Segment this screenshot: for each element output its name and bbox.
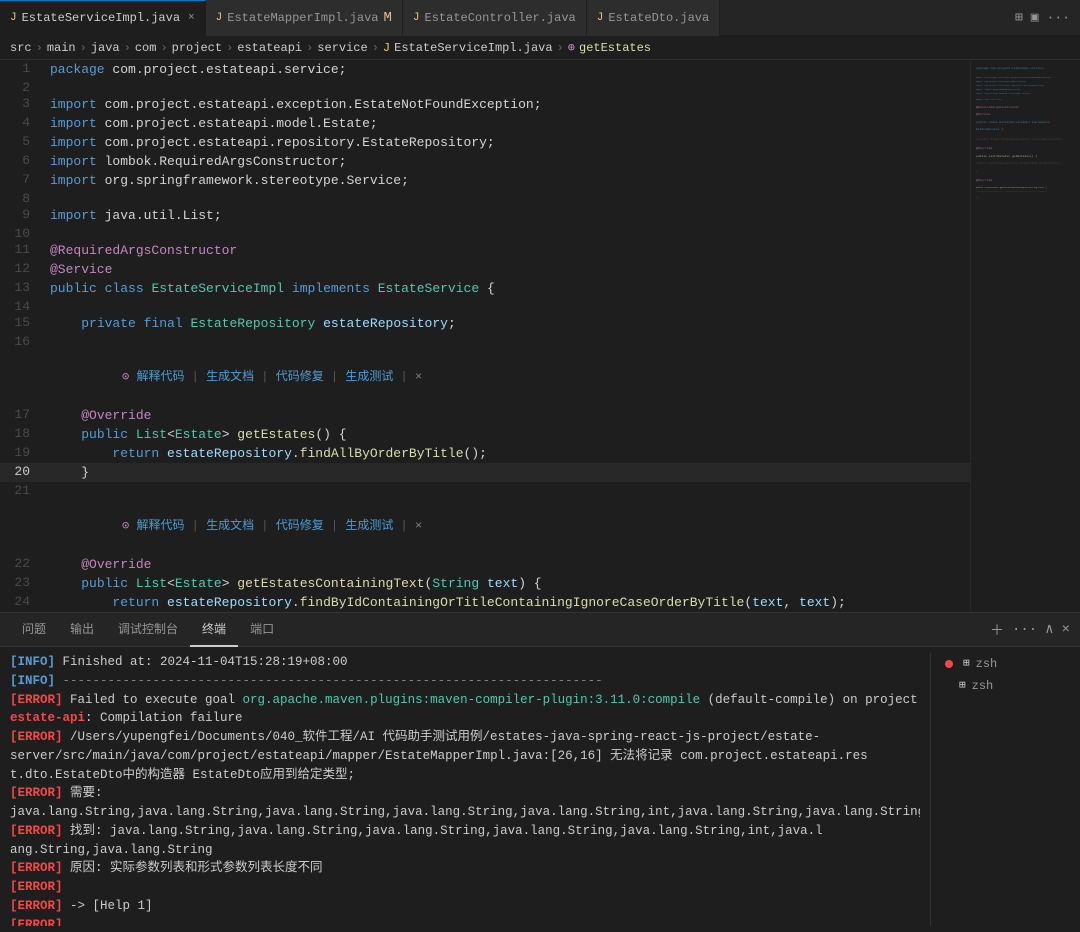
- terminal-line: [ERROR]: [10, 878, 920, 897]
- terminal-line: [ERROR] 找到: java.lang.String,java.lang.S…: [10, 822, 920, 860]
- breadcrumb-project[interactable]: project: [172, 41, 222, 55]
- layout-icon[interactable]: ▣: [1031, 10, 1039, 25]
- terminal-shell-zsh-1[interactable]: ⊞ zsh: [941, 653, 1070, 675]
- terminal-line: [ERROR] 需要: java.lang.String,java.lang.S…: [10, 784, 920, 822]
- breadcrumb-com[interactable]: com: [135, 41, 157, 55]
- breadcrumb-service[interactable]: service: [317, 41, 367, 55]
- terminal-line: [ERROR] -> [Help 1]: [10, 897, 920, 916]
- terminal-line: [ERROR] 原因: 实际参数列表和形式参数列表长度不同: [10, 859, 920, 878]
- panel-actions: ＋ ··· ∧ ×: [990, 620, 1070, 640]
- terminal-close-icon[interactable]: ×: [1062, 622, 1070, 638]
- code-line-active: 20 }: [0, 463, 970, 482]
- terminal-more-icon[interactable]: ···: [1012, 622, 1037, 638]
- code-line: 11 @RequiredArgsConstructor: [0, 241, 970, 260]
- terminal-line: [INFO] ---------------------------------…: [10, 672, 920, 691]
- new-terminal-icon[interactable]: ＋: [990, 620, 1004, 640]
- terminal-sidebar: ⊞ zsh ⊞ zsh: [930, 653, 1070, 926]
- breadcrumb-file-icon: J: [383, 41, 390, 55]
- terminal-collapse-icon[interactable]: ∧: [1045, 621, 1053, 638]
- java-file-icon: J: [216, 12, 223, 24]
- breadcrumb-estateapi[interactable]: estateapi: [237, 41, 302, 55]
- code-line: 3 import com.project.estateapi.exception…: [0, 95, 970, 114]
- terminal-error-indicator: [945, 660, 953, 668]
- terminal-line: [ERROR] Failed to execute goal org.apach…: [10, 691, 920, 729]
- code-line: 19 return estateRepository.findAllByOrde…: [0, 444, 970, 463]
- tab-label: EstateDto.java: [608, 11, 709, 25]
- code-line: 13 public class EstateServiceImpl implem…: [0, 279, 970, 298]
- code-line: 12 @Service: [0, 260, 970, 279]
- breadcrumb-java[interactable]: java: [91, 41, 120, 55]
- panel-tab-output[interactable]: 输出: [58, 613, 106, 647]
- code-container: 1 package com.project.estateapi.service;…: [0, 60, 970, 612]
- terminal-shell-label: zsh: [972, 677, 994, 695]
- terminal-content[interactable]: [INFO] Finished at: 2024-11-04T15:28:19+…: [0, 647, 1080, 932]
- tab-close-button[interactable]: ×: [188, 12, 195, 24]
- breadcrumb-symbol-icon: ⊕: [568, 40, 575, 55]
- code-line: 16: [0, 333, 970, 349]
- code-line: 17 @Override: [0, 406, 970, 425]
- code-line: 2: [0, 79, 970, 95]
- java-file-icon: J: [597, 12, 604, 24]
- java-file-icon: J: [413, 12, 420, 24]
- code-line: 7 import org.springframework.stereotype.…: [0, 171, 970, 190]
- code-line: 24 return estateRepository.findByIdConta…: [0, 593, 970, 612]
- code-line: 9 import java.util.List;: [0, 206, 970, 225]
- breadcrumb: src › main › java › com › project › esta…: [0, 36, 1080, 60]
- editor-area: 1 package com.project.estateapi.service;…: [0, 60, 1080, 612]
- minimap[interactable]: package com.project.estateapi.service; i…: [970, 60, 1080, 612]
- terminal-shell-label: zsh: [976, 655, 998, 673]
- terminal-line: [ERROR] /Users/yupengfei/Documents/040_软…: [10, 728, 920, 784]
- tab-label: EstateController.java: [425, 11, 576, 25]
- breadcrumb-file[interactable]: EstateServiceImpl.java: [394, 41, 552, 55]
- breadcrumb-src[interactable]: src: [10, 41, 32, 55]
- code-lens-line: ⊙ 解释代码 | 生成文档 | 代码修复 | 生成测试 | ×: [0, 498, 970, 555]
- modified-indicator: M: [384, 11, 392, 25]
- tab-estate-dto[interactable]: J EstateDto.java: [587, 0, 720, 36]
- code-line: 18 public List<Estate> getEstates() {: [0, 425, 970, 444]
- code-line: 1 package com.project.estateapi.service;: [0, 60, 970, 79]
- tab-bar: J EstateServiceImpl.java × J EstateMappe…: [0, 0, 1080, 36]
- code-line: 21: [0, 482, 970, 498]
- terminal-shell-zsh-2[interactable]: ⊞ zsh: [941, 675, 1070, 697]
- code-line: 15 private final EstateRepository estate…: [0, 314, 970, 333]
- java-file-icon: J: [10, 12, 17, 24]
- terminal-line: [ERROR]: [10, 916, 920, 927]
- breadcrumb-main[interactable]: main: [47, 41, 76, 55]
- panel-tab-terminal[interactable]: 终端: [190, 613, 238, 647]
- editor-main[interactable]: 1 package com.project.estateapi.service;…: [0, 60, 970, 612]
- tab-label: EstateMapperImpl.java: [227, 11, 378, 25]
- tab-estate-mapper-impl[interactable]: J EstateMapperImpl.java M: [206, 0, 403, 36]
- tab-label: EstateServiceImpl.java: [22, 11, 180, 25]
- code-line: 10: [0, 225, 970, 241]
- code-lens-line: ⊙ 解释代码 | 生成文档 | 代码修复 | 生成测试 | ×: [0, 349, 970, 406]
- tab-estate-service-impl[interactable]: J EstateServiceImpl.java ×: [0, 0, 206, 36]
- terminal-icon: ⊞: [959, 678, 966, 695]
- code-line: 8: [0, 190, 970, 206]
- more-actions-icon[interactable]: ···: [1047, 10, 1070, 25]
- split-editor-icon[interactable]: ⊞: [1015, 10, 1023, 25]
- terminal-main: [INFO] Finished at: 2024-11-04T15:28:19+…: [10, 653, 920, 926]
- tab-estate-controller[interactable]: J EstateController.java: [403, 0, 587, 36]
- code-line: 5 import com.project.estateapi.repositor…: [0, 133, 970, 152]
- code-line: 14: [0, 298, 970, 314]
- terminal-icon: ⊞: [963, 656, 970, 673]
- terminal-line: [INFO] Finished at: 2024-11-04T15:28:19+…: [10, 653, 920, 672]
- panel-tabs: 问题 输出 调试控制台 终端 端口 ＋ ··· ∧ ×: [0, 613, 1080, 647]
- minimap-content: package com.project.estateapi.service; i…: [971, 60, 1080, 206]
- panel-tab-problems[interactable]: 问题: [10, 613, 58, 647]
- panel-tab-debug-console[interactable]: 调试控制台: [106, 613, 190, 647]
- bottom-panel: 问题 输出 调试控制台 终端 端口 ＋ ··· ∧ × [INFO] Finis…: [0, 612, 1080, 932]
- breadcrumb-method[interactable]: getEstates: [579, 41, 651, 55]
- code-line: 6 import lombok.RequiredArgsConstructor;: [0, 152, 970, 171]
- code-line: 22 @Override: [0, 555, 970, 574]
- code-line: 23 public List<Estate> getEstatesContain…: [0, 574, 970, 593]
- code-line: 4 import com.project.estateapi.model.Est…: [0, 114, 970, 133]
- panel-tab-ports[interactable]: 端口: [238, 613, 286, 647]
- tab-actions: ⊞ ▣ ···: [1005, 10, 1080, 25]
